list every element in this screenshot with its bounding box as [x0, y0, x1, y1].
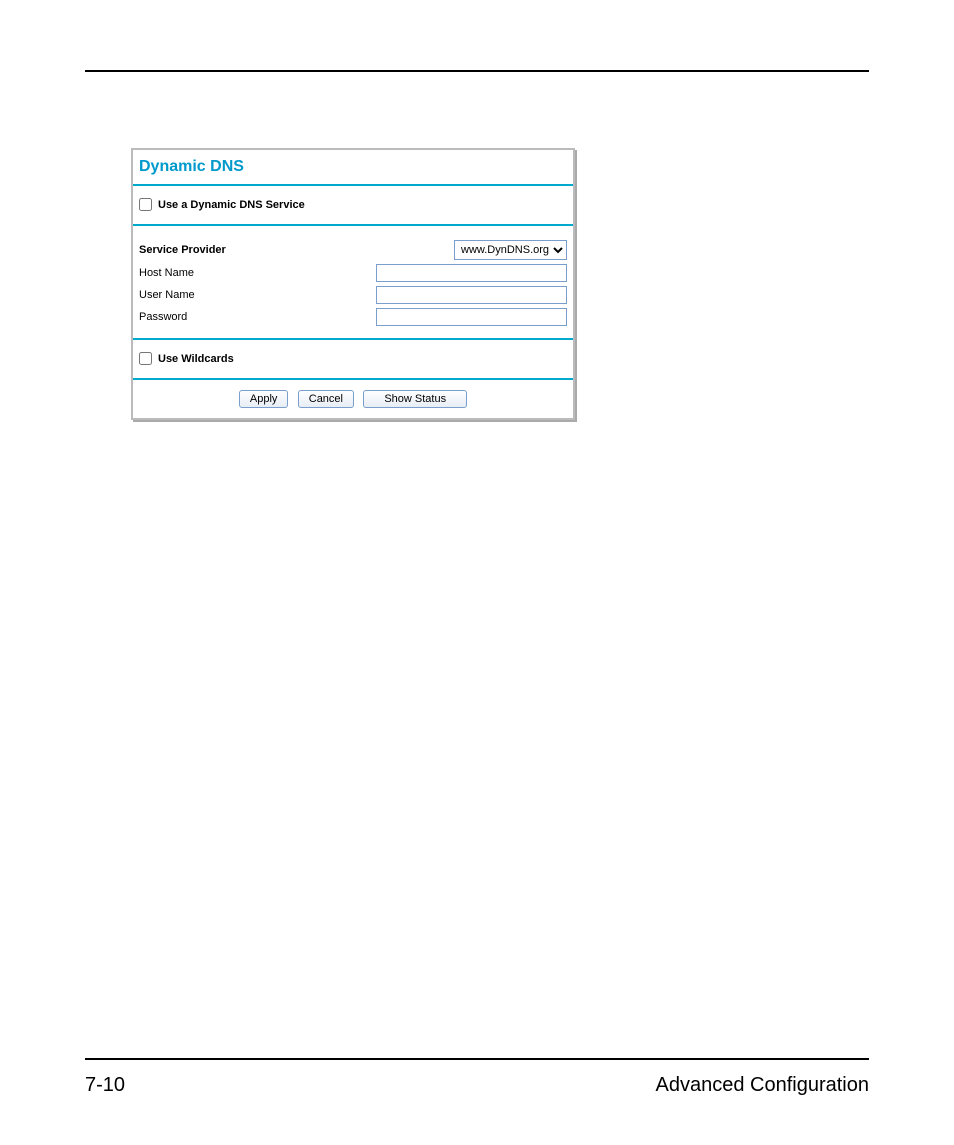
use-wildcards-label: Use Wildcards	[158, 353, 234, 365]
use-dynamic-dns-label: Use a Dynamic DNS Service	[158, 199, 305, 211]
bottom-rule	[85, 1058, 869, 1060]
dynamic-dns-panel: Dynamic DNS Use a Dynamic DNS Service Se…	[131, 148, 575, 420]
password-row: Password	[139, 306, 567, 328]
service-provider-row: Service Provider www.DynDNS.org	[139, 238, 567, 262]
page: Dynamic DNS Use a Dynamic DNS Service Se…	[0, 0, 954, 1145]
show-status-button[interactable]: Show Status	[363, 390, 467, 408]
user-name-label: User Name	[139, 289, 332, 301]
use-wildcards-checkbox-input[interactable]	[139, 352, 152, 365]
fields-section: Service Provider www.DynDNS.org Host Nam…	[133, 226, 573, 340]
wildcards-section: Use Wildcards	[133, 340, 573, 380]
host-name-label: Host Name	[139, 267, 332, 279]
cancel-button[interactable]: Cancel	[298, 390, 354, 408]
user-name-row: User Name	[139, 284, 567, 306]
password-input[interactable]	[376, 308, 567, 326]
host-name-row: Host Name	[139, 262, 567, 284]
use-service-section: Use a Dynamic DNS Service	[133, 186, 573, 226]
page-number: 7-10	[85, 1074, 125, 1097]
user-name-input[interactable]	[376, 286, 567, 304]
top-rule	[85, 70, 869, 72]
password-label: Password	[139, 311, 332, 323]
page-footer: 7-10 Advanced Configuration	[85, 1074, 869, 1097]
use-wildcards-checkbox[interactable]: Use Wildcards	[139, 352, 234, 365]
use-dynamic-dns-checkbox-input[interactable]	[139, 198, 152, 211]
host-name-input[interactable]	[376, 264, 567, 282]
apply-button[interactable]: Apply	[239, 390, 289, 408]
use-dynamic-dns-checkbox[interactable]: Use a Dynamic DNS Service	[139, 198, 305, 211]
button-row: Apply Cancel Show Status	[133, 380, 573, 418]
panel-title: Dynamic DNS	[133, 150, 573, 186]
service-provider-select[interactable]: www.DynDNS.org	[454, 240, 567, 260]
footer-section: Advanced Configuration	[656, 1074, 869, 1097]
service-provider-label: Service Provider	[139, 244, 332, 256]
